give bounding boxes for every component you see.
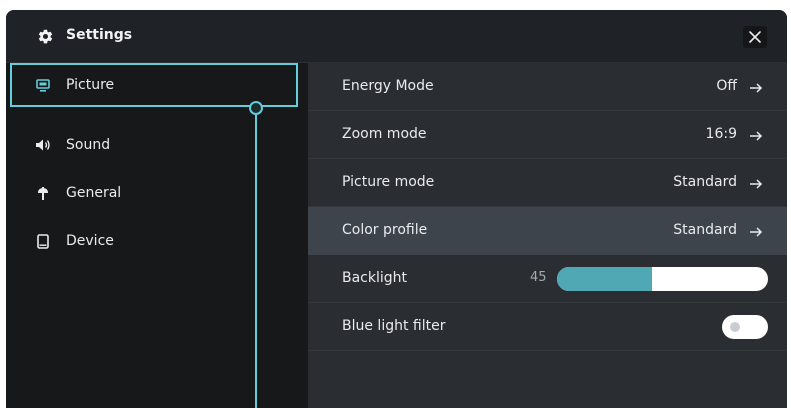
gear-icon: [37, 28, 54, 45]
sidebar: Picture Sound General Device: [6, 63, 308, 408]
setting-row-zoom-mode[interactable]: Zoom mode 16:9: [308, 111, 787, 159]
setting-row-backlight: Backlight 45: [308, 255, 787, 303]
focus-connector-line: [255, 108, 257, 408]
setting-label: Backlight: [342, 270, 408, 286]
arrow-right-icon: [749, 128, 763, 142]
setting-row-blue-light-filter: Blue light filter: [308, 303, 787, 351]
setting-label: Picture mode: [342, 174, 435, 190]
setting-row-color-profile[interactable]: Color profile Standard: [308, 207, 787, 255]
arrow-right-icon: [749, 80, 763, 94]
lamp-icon: [35, 185, 51, 201]
setting-label: Color profile: [342, 222, 428, 238]
sidebar-item-label: Sound: [66, 137, 111, 153]
setting-label: Energy Mode: [342, 78, 434, 94]
picture-settings-panel: Energy Mode Off Zoom mode 16:9 Picture m…: [308, 63, 787, 408]
setting-row-picture-mode[interactable]: Picture mode Standard: [308, 159, 787, 207]
arrow-right-icon: [749, 176, 763, 190]
window-title: Settings: [66, 27, 133, 43]
setting-value: Standard: [673, 174, 737, 190]
backlight-value: 45: [530, 270, 547, 285]
close-button[interactable]: [743, 26, 767, 48]
sidebar-item-label: Device: [66, 233, 114, 249]
setting-row-energy-mode[interactable]: Energy Mode Off: [308, 63, 787, 111]
title-bar: Settings: [6, 10, 787, 63]
speaker-icon: [35, 137, 51, 153]
monitor-icon: [35, 77, 51, 93]
setting-value: Off: [716, 78, 737, 94]
arrow-right-icon: [749, 224, 763, 238]
blue-light-filter-toggle[interactable]: [722, 315, 768, 339]
tablet-icon: [35, 233, 51, 249]
sidebar-item-label: General: [66, 185, 122, 201]
close-icon: [749, 28, 761, 47]
toggle-knob: [730, 322, 740, 332]
setting-label: Zoom mode: [342, 126, 427, 142]
setting-label: Blue light filter: [342, 318, 446, 334]
setting-value: 16:9: [705, 126, 737, 142]
focus-connector-dot: [249, 101, 263, 115]
settings-window: Settings Picture Sound General Device En…: [6, 10, 787, 408]
setting-value: Standard: [673, 222, 737, 238]
backlight-slider-fill: [557, 267, 652, 291]
sidebar-item-label: Picture: [66, 77, 115, 93]
backlight-slider[interactable]: [557, 267, 768, 291]
